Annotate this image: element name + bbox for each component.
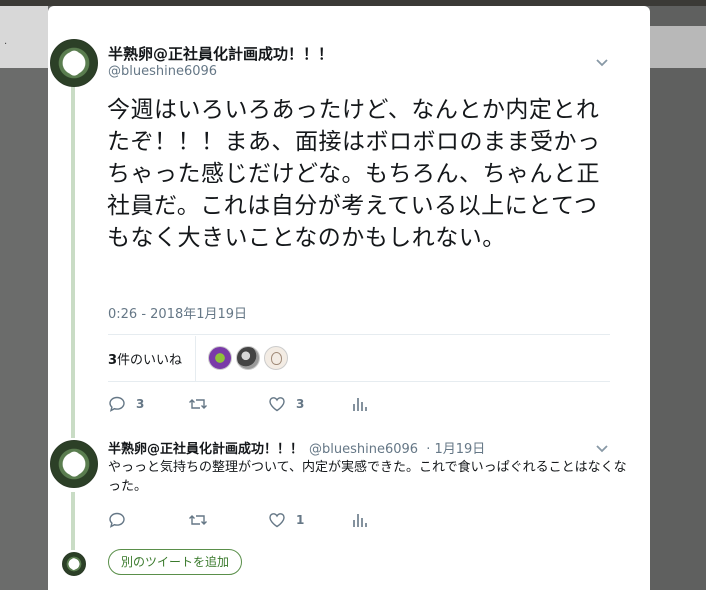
reply-header: 半熟卵@正社員化計画成功！！！ @blueshine6096 · 1月19日: [108, 438, 485, 457]
divider-bottom: [108, 381, 610, 382]
reply-icon: [108, 511, 126, 529]
chevron-down-icon[interactable]: [594, 440, 610, 456]
retweet-button[interactable]: [188, 510, 218, 530]
tweet-permalink-modal: 半熟卵@正社員化計画成功！！！ @blueshine6096 今週はいろいろあっ…: [48, 6, 650, 590]
avatar-egg-mark: [70, 558, 78, 570]
reply-text: やっっと気持ちの整理がついて、内定が実感できた。これで食いっぱぐれることはなくな…: [108, 460, 627, 494]
reply-date[interactable]: · 1月19日: [426, 442, 485, 457]
analytics-button[interactable]: [351, 510, 367, 530]
analytics-button[interactable]: [351, 394, 367, 414]
likes-count: 3: [108, 353, 118, 368]
likes-label[interactable]: 3件のいいね: [108, 349, 182, 368]
reply-count: 3: [136, 397, 145, 411]
author-avatar[interactable]: [50, 39, 98, 87]
liker-avatar[interactable]: [208, 346, 232, 370]
retweet-icon: [188, 511, 208, 529]
avatar-egg-mark: [66, 451, 82, 477]
likes-separator: [195, 336, 196, 381]
reply-icon: [108, 395, 126, 413]
heart-icon: [268, 395, 286, 413]
reply-button[interactable]: 3: [108, 394, 144, 414]
thread-line-lower: [71, 492, 75, 550]
liker-avatar-face: [271, 352, 282, 365]
compose-avatar: [62, 552, 86, 576]
reply-button[interactable]: [108, 510, 136, 530]
tweet-actions: 3 3: [108, 394, 528, 414]
tweet-timestamp[interactable]: 0:26 - 2018年1月19日: [108, 303, 247, 322]
reply-author-display-name[interactable]: 半熟卵@正社員化計画成功！！！: [108, 442, 303, 457]
like-button[interactable]: 3: [268, 394, 304, 414]
backdrop-left: ·: [0, 6, 48, 590]
chevron-down-icon[interactable]: [594, 54, 610, 70]
avatar-egg-mark: [66, 50, 82, 76]
divider-top: [108, 334, 610, 335]
add-another-tweet-button[interactable]: 別のツイートを追加: [108, 549, 243, 575]
retweet-button[interactable]: [188, 394, 218, 414]
backdrop-right-light: [650, 26, 706, 68]
retweet-icon: [188, 395, 208, 413]
liker-avatar[interactable]: [264, 346, 288, 370]
author-handle[interactable]: @blueshine6096: [108, 64, 217, 79]
heart-icon: [268, 511, 286, 529]
reply-author-handle[interactable]: @blueshine6096: [309, 442, 418, 457]
like-count: 1: [296, 513, 305, 527]
likes-suffix: 件のいいね: [117, 353, 183, 368]
backdrop-left-light: [0, 6, 48, 68]
liker-avatar[interactable]: [236, 346, 260, 370]
reply-actions: 1: [108, 510, 528, 530]
backdrop-right: [650, 6, 706, 590]
likes-summary: 3件のいいね: [108, 336, 610, 381]
reply-author-avatar[interactable]: [50, 440, 98, 488]
author-display-name[interactable]: 半熟卵@正社員化計画成功！！！: [108, 43, 333, 64]
backdrop-mark: ·: [4, 39, 8, 50]
tweet-text: 今週はいろいろあったけど、なんとか内定とれたぞ！！！まあ、面接はボロボロのまま受…: [107, 97, 601, 251]
analytics-icon: [351, 395, 367, 413]
analytics-icon: [351, 511, 367, 529]
thread-line-upper: [71, 86, 75, 438]
like-button[interactable]: 1: [268, 510, 304, 530]
like-count: 3: [296, 397, 305, 411]
